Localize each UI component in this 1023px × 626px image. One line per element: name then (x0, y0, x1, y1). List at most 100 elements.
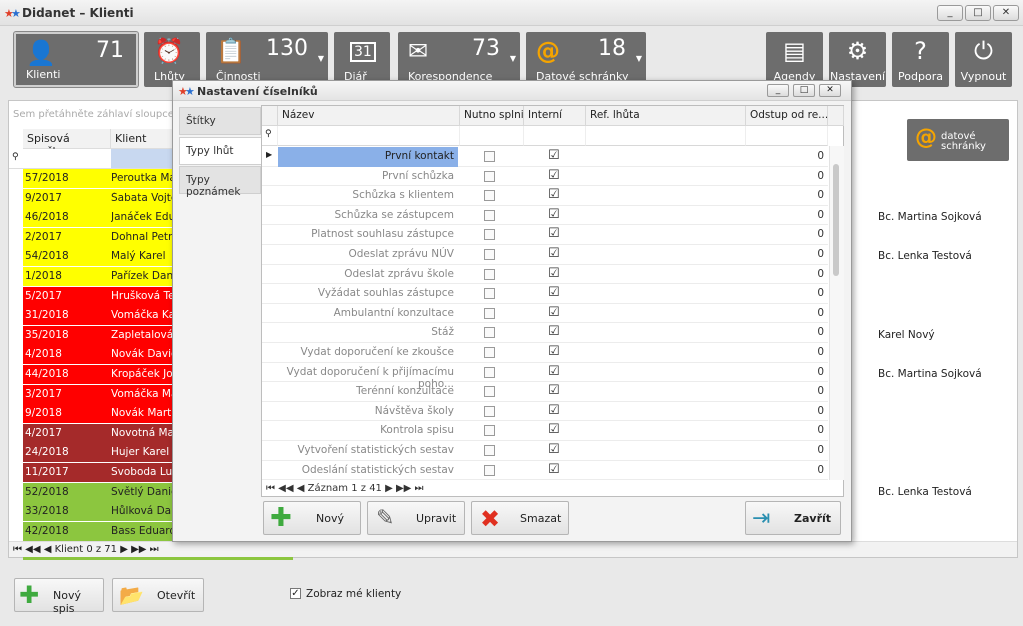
nav-arrows-icon[interactable]: ▶ ▶▶ ⏭ (385, 483, 423, 494)
cell-nazev[interactable]: Platnost souhlasu zástupce (278, 225, 458, 245)
nutno-splnit-checkbox[interactable] (484, 445, 495, 456)
list-item[interactable]: Odeslat zprávu NÚV ☑ 0 (262, 245, 828, 265)
filter-nutno-splnit[interactable] (460, 126, 524, 146)
nutno-splnit-checkbox[interactable] (484, 170, 495, 182)
maximize-button[interactable]: □ (965, 5, 991, 21)
grid-navigator[interactable]: ⏮ ◀◀ ◀ Klient 0 z 71 ▶ ▶▶ ⏭ (9, 541, 1017, 557)
cell-nazev[interactable]: Ambulantní konzultace (278, 304, 458, 324)
nutno-splnit-checkbox[interactable] (484, 366, 495, 378)
filter-ref-lhuta[interactable] (586, 126, 746, 146)
chevron-down-icon[interactable]: ▼ (510, 54, 516, 63)
dialog-minimize-button[interactable]: _ (767, 84, 789, 97)
cell-nazev[interactable]: Odeslání statistických sestav (278, 461, 458, 481)
list-item[interactable]: ▶ První kontakt ☑ 0 (262, 147, 828, 167)
scrollbar-thumb[interactable] (833, 164, 839, 276)
interni-checkbox[interactable]: ☑ (548, 462, 560, 477)
list-item[interactable]: Odeslat zprávu škole ☑ 0 (262, 265, 828, 285)
novy-spis-button[interactable]: ✚ Nový spis (14, 578, 104, 615)
list-item[interactable]: Vydat doporučení k přijímacímu poho... ☑ 0 (262, 363, 828, 390)
column-header-spis[interactable]: Spisová značka (23, 129, 111, 158)
smazat-button[interactable]: ✖ Smazat (471, 501, 569, 535)
tab-typy-lhut[interactable]: Typy lhůt (179, 137, 263, 165)
korespondence-tile[interactable]: ✉ 73 ▼ Korespondence (398, 32, 520, 87)
list-item[interactable]: Ambulantní konzultace ☑ 0 (262, 304, 828, 324)
cell-nazev[interactable]: První schůzka (278, 167, 458, 187)
cell-nazev[interactable]: Vydat doporučení k přijímacímu poho... (278, 363, 458, 390)
otevrit-button[interactable]: 📂 Otevřít (112, 578, 204, 612)
podpora-tile[interactable]: ? Podpora (892, 32, 949, 87)
interni-checkbox[interactable]: ☑ (548, 324, 560, 339)
nutno-splnit-checkbox[interactable] (484, 307, 495, 319)
filter-klient[interactable] (111, 149, 177, 169)
cell-nazev[interactable]: Stáž (278, 323, 458, 343)
dialog-navigator[interactable]: ⏮ ◀◀ ◀ Záznam 1 z 41 ▶ ▶▶ ⏭ (262, 482, 845, 497)
cell-nazev[interactable]: Odeslat zprávu škole (278, 265, 458, 285)
interni-checkbox[interactable]: ☑ (548, 403, 560, 418)
nutno-splnit-checkbox[interactable] (484, 249, 495, 260)
interni-checkbox[interactable]: ☑ (548, 305, 560, 320)
diar-tile[interactable]: 31 Diář (334, 32, 390, 87)
nutno-splnit-checkbox[interactable] (484, 190, 495, 202)
nutno-splnit-checkbox[interactable] (484, 229, 495, 241)
list-item[interactable]: Platnost souhlasu zástupce ☑ 0 (262, 225, 828, 245)
nutno-splnit-checkbox[interactable] (484, 268, 495, 280)
list-item[interactable]: Návštěva školy ☑ 0 (262, 402, 828, 422)
nutno-splnit-checkbox[interactable] (484, 464, 495, 476)
column-header-interni[interactable]: Interní (524, 106, 586, 126)
list-item[interactable]: Terénní konzultace ☑ 0 (262, 382, 828, 402)
close-button[interactable]: ✕ (993, 5, 1019, 21)
chevron-down-icon[interactable]: ▼ (636, 54, 642, 63)
cell-nazev[interactable]: Schůzka s klientem (278, 186, 458, 206)
interni-checkbox[interactable]: ☑ (548, 383, 560, 398)
interni-checkbox[interactable]: ☑ (548, 246, 560, 261)
upravit-button[interactable]: ✎ Upravit (367, 501, 465, 535)
column-header-odstup[interactable]: Odstup od re... (746, 106, 828, 126)
nutno-splnit-checkbox[interactable] (484, 425, 495, 437)
interni-checkbox[interactable]: ☑ (548, 285, 560, 300)
column-header-klient[interactable]: Klient (111, 129, 177, 149)
cell-nazev[interactable]: První kontakt (278, 147, 458, 167)
cinnosti-tile[interactable]: 📋 130 ▼ Činnosti (206, 32, 328, 87)
list-item[interactable]: Vyžádat souhlas zástupce ☑ 0 (262, 284, 828, 304)
cell-nazev[interactable]: Vytvoření statistických sestav (278, 441, 458, 461)
cell-nazev[interactable]: Terénní konzultace (278, 382, 458, 402)
list-item[interactable]: Odeslání statistických sestav ☑ 0 (262, 461, 828, 481)
filter-interni[interactable] (524, 126, 586, 146)
filter-spis[interactable] (23, 149, 111, 169)
nav-arrows-icon[interactable]: ⏮ ◀◀ ◀ (266, 483, 308, 494)
novy-button[interactable]: ✚ Nový (263, 501, 361, 535)
nav-arrows-icon[interactable]: ▶ ▶▶ ⏭ (120, 544, 158, 555)
interni-checkbox[interactable]: ☑ (548, 168, 560, 183)
typy-lhut-grid[interactable]: Název Nutno splnit Interní Ref. lhůta Od… (261, 105, 844, 497)
zavrit-button[interactable]: ⇥ Zavřít (745, 501, 841, 535)
column-header-nazev[interactable]: Název (278, 106, 460, 126)
cell-nazev[interactable]: Schůzka se zástupcem (278, 206, 458, 226)
interni-checkbox[interactable]: ☑ (548, 364, 560, 379)
cell-nazev[interactable]: Vydat doporučení ke zkoušce (278, 343, 458, 363)
cell-nazev[interactable]: Návštěva školy (278, 402, 458, 422)
nutno-splnit-checkbox[interactable] (484, 386, 495, 398)
lhuty-tile[interactable]: ⏰ Lhůty (144, 32, 200, 87)
list-item[interactable]: Kontrola spisu ☑ 0 (262, 421, 828, 441)
nutno-splnit-checkbox[interactable] (484, 288, 495, 300)
list-item[interactable]: Vytvoření statistických sestav ☑ 0 (262, 441, 828, 461)
tab-stitky[interactable]: Štítky (179, 107, 261, 135)
interni-checkbox[interactable]: ☑ (548, 344, 560, 359)
nav-arrows-icon[interactable]: ⏮ ◀◀ ◀ (13, 544, 55, 555)
list-item[interactable]: Schůzka s klientem ☑ 0 (262, 186, 828, 206)
interni-checkbox[interactable]: ☑ (548, 442, 560, 457)
interni-checkbox[interactable]: ☑ (548, 148, 560, 163)
column-header-ref-lhuta[interactable]: Ref. lhůta (586, 106, 746, 126)
vertical-scrollbar[interactable] (829, 146, 844, 480)
interni-checkbox[interactable]: ☑ (548, 207, 560, 222)
vypnout-tile[interactable]: ⏻ Vypnout (955, 32, 1012, 87)
klienti-tile[interactable]: 👤 71 Klienti (13, 31, 139, 88)
column-header-nutno-splnit[interactable]: Nutno splnit (460, 106, 524, 126)
list-item[interactable]: Vydat doporučení ke zkoušce ☑ 0 (262, 343, 828, 363)
chevron-down-icon[interactable]: ▼ (318, 54, 324, 63)
agendy-tile[interactable]: ▤ Agendy (766, 32, 823, 87)
dialog-close-button[interactable]: ✕ (819, 84, 841, 97)
cell-nazev[interactable]: Kontrola spisu (278, 421, 458, 441)
nutno-splnit-checkbox[interactable] (484, 347, 495, 358)
nastaveni-tile[interactable]: ⚙ Nastavení (829, 32, 886, 87)
